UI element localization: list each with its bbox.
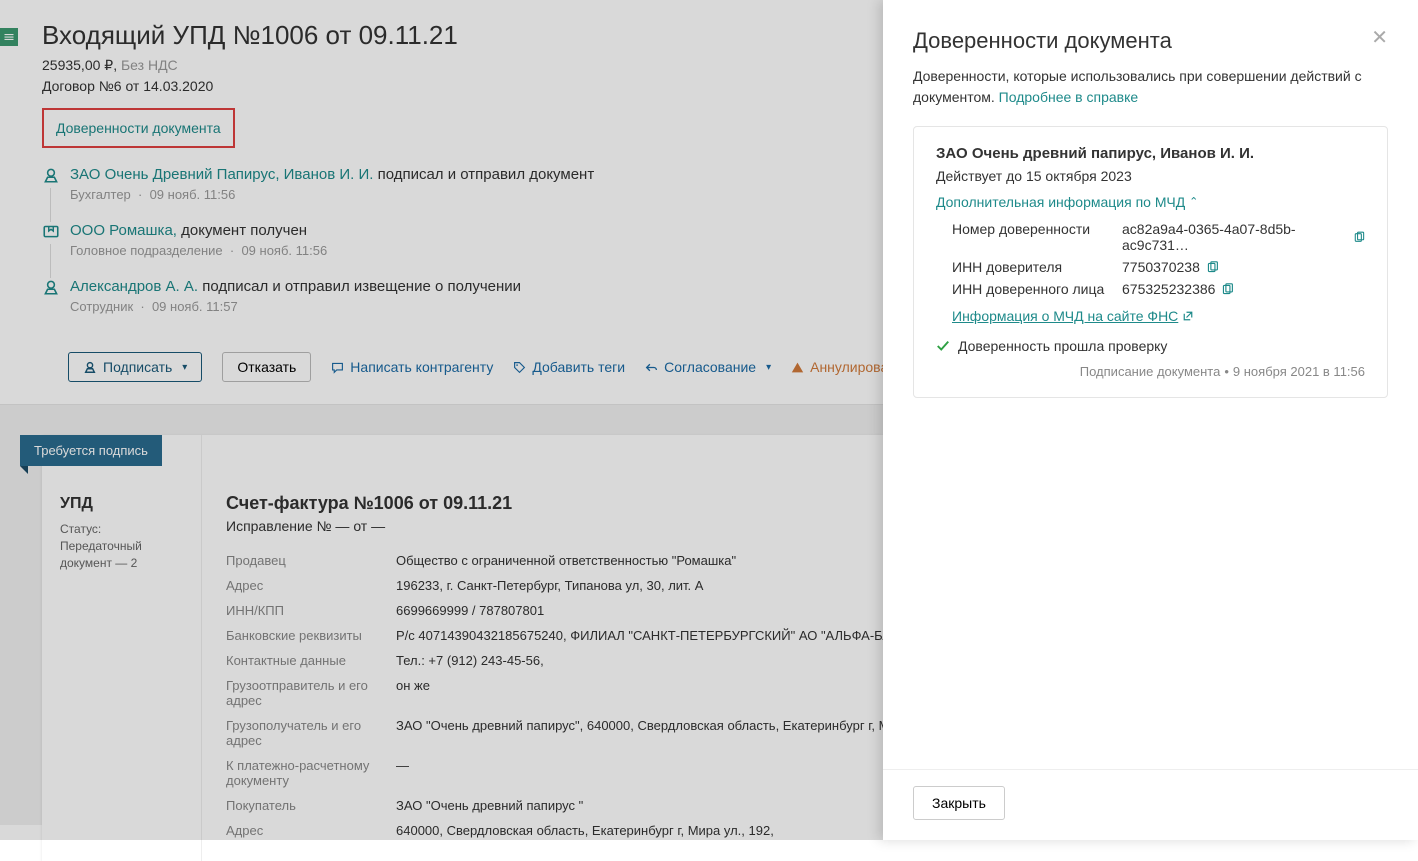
attorney-field-value: 675325232386 bbox=[1122, 281, 1365, 297]
attorney-expand-toggle[interactable]: Дополнительная информация по МЧД bbox=[936, 194, 1198, 210]
close-button[interactable]: Закрыть bbox=[913, 786, 1005, 820]
attorney-field-value: ac82a9a4-0365-4a07-8d5b-ac9c731… bbox=[1122, 221, 1365, 253]
attorney-validity: Действует до 15 октября 2023 bbox=[936, 168, 1365, 184]
attorney-field-label: ИНН доверенного лица bbox=[952, 281, 1122, 297]
attorney-field-label: ИНН доверителя bbox=[952, 259, 1122, 275]
attorney-field-row: ИНН доверенного лица675325232386 bbox=[952, 278, 1365, 300]
external-link-icon bbox=[1182, 310, 1194, 322]
fns-link[interactable]: Информация о МЧД на сайте ФНС bbox=[952, 308, 1194, 324]
close-icon[interactable]: ✕ bbox=[1371, 28, 1388, 48]
attorney-field-value: 7750370238 bbox=[1122, 259, 1365, 275]
attorney-field-label: Номер доверенности bbox=[952, 221, 1122, 253]
attorney-verified: Доверенность прошла проверку bbox=[936, 338, 1365, 354]
panel-title: Доверенности документа bbox=[913, 28, 1172, 54]
attorney-field-row: Номер доверенностиac82a9a4-0365-4a07-8d5… bbox=[952, 218, 1365, 256]
attorney-field-row: ИНН доверителя7750370238 bbox=[952, 256, 1365, 278]
copy-icon[interactable] bbox=[1353, 231, 1365, 244]
copy-icon[interactable] bbox=[1206, 261, 1219, 274]
attorney-card: ЗАО Очень древний папирус, Иванов И. И. … bbox=[913, 126, 1388, 398]
help-link[interactable]: Подробнее в справке bbox=[999, 89, 1138, 105]
attorney-panel: Доверенности документа ✕ Доверенности, к… bbox=[883, 0, 1418, 840]
attorney-footer: Подписание документа•9 ноября 2021 в 11:… bbox=[936, 364, 1365, 379]
copy-icon[interactable] bbox=[1221, 283, 1234, 296]
check-icon bbox=[936, 339, 950, 353]
attorney-org: ЗАО Очень древний папирус, Иванов И. И. bbox=[936, 145, 1365, 162]
panel-description: Доверенности, которые использовались при… bbox=[883, 66, 1418, 126]
